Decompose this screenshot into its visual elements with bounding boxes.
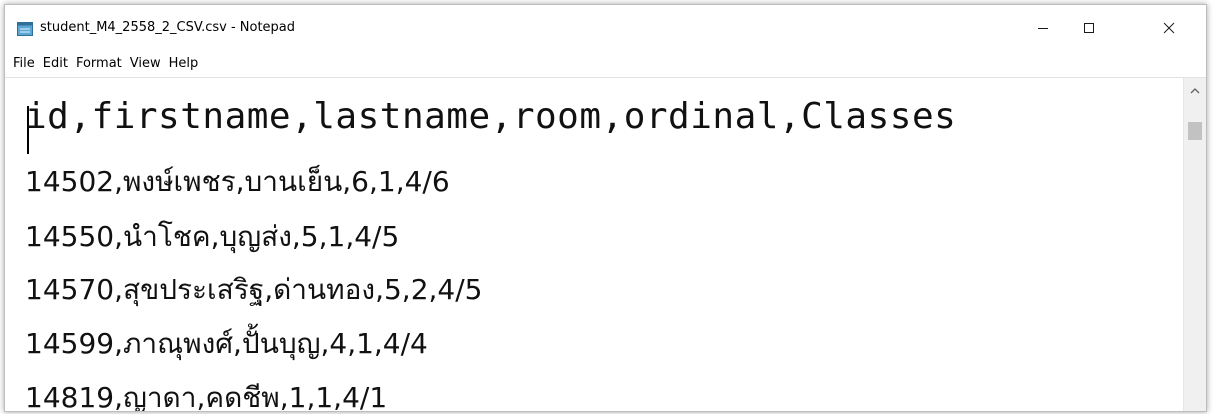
minimize-icon: [1038, 28, 1048, 29]
csv-data-line: 14550,นำโชค,บุญส่ง,5,1,4/5: [25, 220, 400, 253]
csv-header-line: id,firstname,lastname,room,ordinal,Class…: [25, 96, 957, 137]
notepad-icon: [17, 22, 33, 36]
menu-edit[interactable]: Edit: [43, 56, 74, 71]
csv-data-line: 14570,สุขประเสริฐ,ด่านทอง,5,2,4/5: [25, 273, 483, 306]
window-title: student_M4_2558_2_CSV.csv - Notepad: [40, 20, 296, 35]
close-button[interactable]: [1146, 5, 1192, 51]
menu-bar: File Edit Format View Help: [5, 52, 1206, 74]
notepad-window: student_M4_2558_2_CSV.csv - Notepad File…: [4, 4, 1207, 412]
maximize-icon: [1084, 23, 1094, 33]
menu-help[interactable]: Help: [169, 56, 205, 71]
scrollbar-thumb[interactable]: [1188, 122, 1202, 140]
menu-file[interactable]: File: [13, 56, 41, 71]
text-content[interactable]: id,firstname,lastname,room,ordinal,Class…: [19, 78, 1180, 411]
csv-data-line: 14599,ภาณุพงศ์,ปั้นบุญ,4,1,4/4: [25, 327, 428, 360]
maximize-button[interactable]: [1066, 5, 1112, 51]
menu-view[interactable]: View: [130, 56, 167, 71]
title-bar[interactable]: student_M4_2558_2_CSV.csv - Notepad: [5, 5, 1206, 51]
text-editor[interactable]: id,firstname,lastname,room,ordinal,Class…: [5, 77, 1206, 411]
chevron-up-icon: [1190, 88, 1200, 94]
minimize-button[interactable]: [1020, 5, 1066, 51]
menu-format[interactable]: Format: [76, 56, 128, 71]
close-icon: [1163, 22, 1175, 34]
csv-data-line: 14819,ญาดา,คดชีพ,1,1,4/1: [25, 381, 388, 411]
scroll-up-button[interactable]: [1184, 84, 1206, 98]
vertical-scrollbar[interactable]: [1183, 78, 1206, 411]
csv-data-line: 14502,พงษ์เพชร,บานเย็น,6,1,4/6: [25, 165, 450, 198]
